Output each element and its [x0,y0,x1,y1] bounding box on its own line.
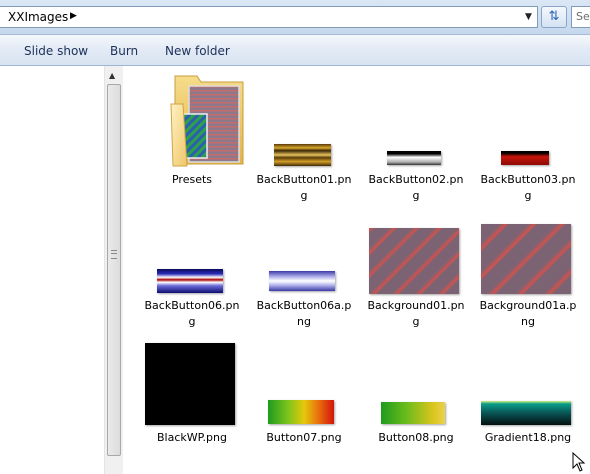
refresh-icon: ⇅ [548,9,560,24]
nav-pane-scrollbar[interactable]: ▲ [104,66,123,474]
list-item-blackwp[interactable]: BlackWP.png [142,342,242,452]
item-label-cont: g [412,189,420,202]
breadcrumb-xximages[interactable]: XXImages [8,10,68,24]
item-label: Background01a.p [479,299,577,312]
item-label: Button08.png [378,431,454,444]
slide-show-button[interactable]: Slide show [24,44,88,58]
new-folder-button[interactable]: New folder [165,44,230,58]
list-item-backbutton06a[interactable]: BackButton06a.p ng [254,224,354,334]
item-label-cont: g [412,315,420,328]
image-thumbnail [157,269,223,293]
item-label: BackButton01.pn [256,173,352,186]
burn-button[interactable]: Burn [110,44,138,58]
image-thumbnail [381,402,445,424]
scroll-grip-icon [111,250,117,259]
list-item-button07[interactable]: Button07.png [254,342,354,452]
item-label-cont: ng [521,315,535,328]
list-item-backbutton02[interactable]: BackButton02.pn g [366,66,466,206]
list-item-background01a[interactable]: Background01a.p ng [478,224,578,334]
address-bar: XXImages ▶ ▼ ⇅ Se [0,0,590,34]
refresh-button[interactable]: ⇅ [541,6,567,28]
list-item-gradient18[interactable]: Gradient18.png [478,342,578,452]
search-placeholder: Se [576,10,590,23]
item-label: BackButton06.pn [144,299,240,312]
list-item-backbutton01[interactable]: BackButton01.pn g [254,66,354,206]
item-label-cont: g [524,189,532,202]
item-label: BlackWP.png [157,431,227,444]
item-label: Presets [171,173,213,186]
command-toolbar: Slide show Burn New folder [0,34,590,66]
list-item-backbutton06[interactable]: BackButton06.pn g [142,224,242,334]
item-label: Gradient18.png [484,431,572,444]
address-box[interactable]: XXImages ▶ ▼ [0,6,538,28]
list-item-background01[interactable]: Background01.pn g [366,224,466,334]
item-label: BackButton03.pn [480,173,576,186]
chevron-down-icon[interactable]: ▼ [521,9,536,25]
item-label-cont: g [300,189,308,202]
image-thumbnail [481,224,571,294]
image-thumbnail [387,151,441,165]
mouse-cursor-icon [572,452,586,472]
item-label-cont: ng [297,315,311,328]
chevron-right-icon[interactable]: ▶ [70,11,77,21]
image-thumbnail [481,401,571,425]
image-thumbnail [145,343,235,425]
item-label: Background01.pn [367,299,465,312]
image-thumbnail [274,144,331,166]
image-thumbnail [501,151,549,165]
scroll-thumb[interactable] [107,84,121,456]
item-label: Button07.png [266,431,342,444]
file-view[interactable]: Presets BackButton01.pn g BackButton02.p… [123,66,590,474]
image-thumbnail [268,400,334,424]
item-label-cont: g [188,315,196,328]
image-thumbnail [369,228,459,294]
list-item-backbutton03[interactable]: BackButton03.pn g [478,66,578,206]
item-label: BackButton02.pn [368,173,464,186]
folder-icon [170,75,244,167]
list-item-presets[interactable]: Presets [142,66,244,196]
navigation-pane[interactable] [0,66,104,474]
image-thumbnail [269,271,335,291]
list-item-button08[interactable]: Button08.png [366,342,466,452]
scroll-up-arrow-icon[interactable]: ▲ [109,71,115,80]
search-input[interactable]: Se [571,6,590,28]
item-label: BackButton06a.p [256,299,352,312]
